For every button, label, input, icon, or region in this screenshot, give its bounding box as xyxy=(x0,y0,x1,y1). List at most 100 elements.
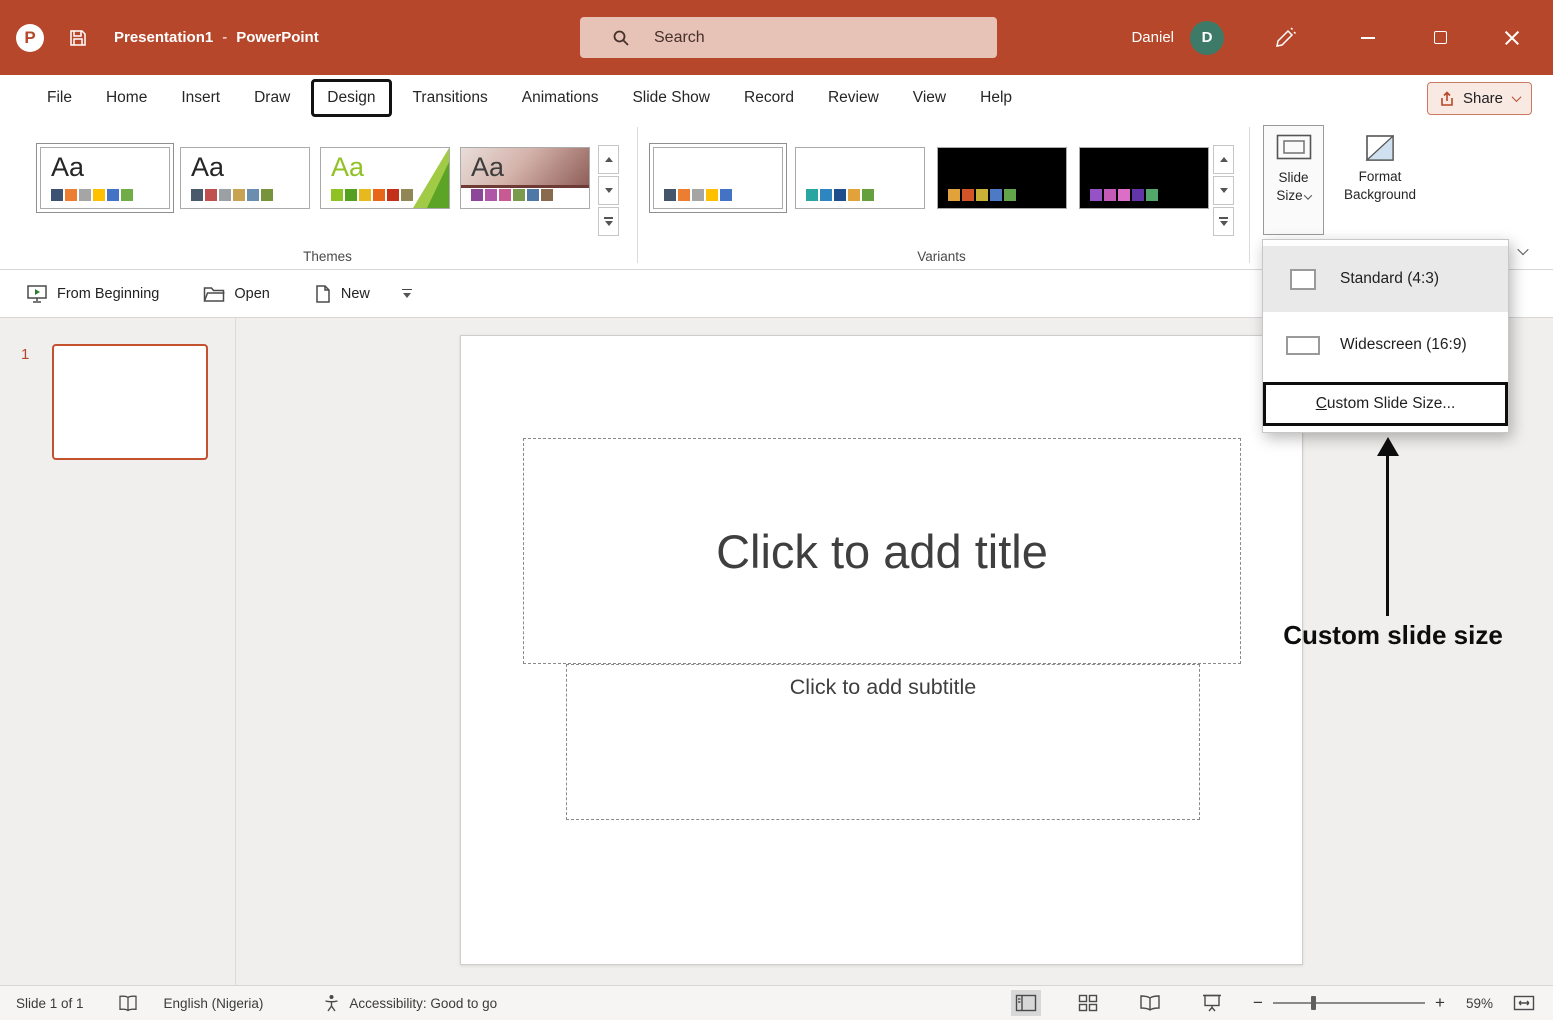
tab-insert[interactable]: Insert xyxy=(164,75,237,121)
collapse-ribbon-button[interactable] xyxy=(1519,242,1527,260)
language-status[interactable]: English (Nigeria) xyxy=(164,996,264,1011)
palette-swatch xyxy=(834,189,846,201)
variants-scroll-controls xyxy=(1213,145,1234,238)
slide-canvas[interactable]: Click to add title Click to add subtitle xyxy=(460,335,1303,965)
title-separator: - xyxy=(222,29,227,46)
title-placeholder-text: Click to add title xyxy=(716,524,1048,579)
tab-home[interactable]: Home xyxy=(89,75,164,121)
title-bar: P Presentation1 - PowerPoint Daniel D xyxy=(0,0,1553,75)
slide-size-button[interactable]: Slide Size xyxy=(1263,125,1324,235)
palette-swatch xyxy=(401,189,413,201)
standard-43-icon xyxy=(1290,269,1316,290)
search-input[interactable] xyxy=(654,29,934,47)
title-placeholder[interactable]: Click to add title xyxy=(523,438,1241,664)
group-separator xyxy=(637,127,638,263)
spell-check-button[interactable] xyxy=(118,995,138,1012)
tab-animations[interactable]: Animations xyxy=(505,75,616,121)
variant-2[interactable] xyxy=(795,147,925,209)
palette-swatch xyxy=(121,189,133,201)
user-avatar[interactable]: D xyxy=(1190,21,1224,55)
themes-group-label: Themes xyxy=(36,249,619,264)
theme-office[interactable]: Aa xyxy=(40,147,170,209)
slide-number: 1 xyxy=(21,346,29,363)
tab-help[interactable]: Help xyxy=(963,75,1029,121)
palette-swatch xyxy=(948,189,960,201)
menu-item-custom-slide-size[interactable]: Custom Slide Size... xyxy=(1263,382,1508,426)
tab-view[interactable]: View xyxy=(896,75,963,121)
slide-sorter-icon xyxy=(1078,994,1098,1012)
whats-new-button[interactable] xyxy=(1274,26,1297,49)
maximize-icon xyxy=(1434,31,1447,44)
annotation-caption: Custom slide size xyxy=(1263,620,1523,651)
variants-scroll-up-button[interactable] xyxy=(1213,145,1234,174)
tab-review[interactable]: Review xyxy=(811,75,896,121)
tab-record[interactable]: Record xyxy=(727,75,811,121)
slide-size-dropdown-menu: Standard (4:3) Widescreen (16:9) Custom … xyxy=(1262,239,1509,433)
close-button[interactable] xyxy=(1493,19,1531,57)
powerpoint-window: P Presentation1 - PowerPoint Daniel D Fi… xyxy=(0,0,1553,1020)
zoom-in-button[interactable]: + xyxy=(1431,993,1449,1013)
normal-view-button[interactable] xyxy=(1011,990,1041,1016)
customize-quick-access-button[interactable] xyxy=(402,289,412,299)
variants-scroll-down-button[interactable] xyxy=(1213,176,1234,205)
variant-3[interactable] xyxy=(937,147,1067,209)
variant-1[interactable] xyxy=(653,147,783,209)
variants-group-label: Variants xyxy=(649,249,1234,264)
palette-swatch xyxy=(331,189,343,201)
themes-scroll-down-button[interactable] xyxy=(598,176,619,205)
open-button[interactable]: Open xyxy=(203,285,269,303)
theme-gallery[interactable]: Aa xyxy=(460,147,590,209)
themes-scroll-up-button[interactable] xyxy=(598,145,619,174)
variants-more-button[interactable] xyxy=(1213,207,1234,236)
reading-view-button[interactable] xyxy=(1135,990,1165,1016)
zoom-out-button[interactable]: − xyxy=(1249,993,1267,1013)
from-beginning-button[interactable]: From Beginning xyxy=(26,284,159,304)
maximize-button[interactable] xyxy=(1421,19,1459,57)
themes-more-button[interactable] xyxy=(598,207,619,236)
minimize-button[interactable] xyxy=(1349,19,1387,57)
format-background-icon xyxy=(1365,133,1395,163)
palette-swatch xyxy=(65,189,77,201)
variant-palette xyxy=(664,189,732,201)
tab-design[interactable]: Design xyxy=(311,79,391,117)
slide-show-view-button[interactable] xyxy=(1197,990,1227,1016)
theme-facet[interactable]: Aa xyxy=(320,147,450,209)
accessibility-status[interactable]: Accessibility: Good to go xyxy=(349,996,497,1011)
widescreen-169-icon xyxy=(1286,336,1320,355)
slide-count-status: Slide 1 of 1 xyxy=(16,996,84,1011)
slide-sorter-view-button[interactable] xyxy=(1073,990,1103,1016)
search-bar[interactable] xyxy=(580,17,997,58)
theme-sample-text: Aa xyxy=(191,152,224,183)
palette-swatch xyxy=(720,189,732,201)
new-button[interactable]: New xyxy=(314,284,370,304)
palette-swatch xyxy=(962,189,974,201)
zoom-slider-thumb[interactable] xyxy=(1311,996,1316,1010)
theme-item-2[interactable]: Aa xyxy=(180,147,310,209)
menu-item-standard-43[interactable]: Standard (4:3) xyxy=(1263,246,1508,312)
tab-file[interactable]: File xyxy=(30,75,89,121)
zoom-level[interactable]: 59% xyxy=(1449,996,1493,1011)
menu-item-widescreen-169[interactable]: Widescreen (16:9) xyxy=(1263,312,1508,378)
themes-scroll-controls xyxy=(598,145,619,238)
palette-swatch xyxy=(820,189,832,201)
format-background-button[interactable]: Format Background xyxy=(1332,125,1428,235)
tab-slide-show[interactable]: Slide Show xyxy=(615,75,727,121)
tab-draw[interactable]: Draw xyxy=(237,75,307,121)
theme-sample-text: Aa xyxy=(471,152,504,183)
variant-palette xyxy=(806,189,874,201)
slide-1-thumbnail[interactable] xyxy=(52,344,208,460)
palette-swatch xyxy=(1090,189,1102,201)
fit-slide-to-window-button[interactable] xyxy=(1509,990,1539,1016)
tab-transitions[interactable]: Transitions xyxy=(396,75,505,121)
theme-palette xyxy=(51,189,133,201)
subtitle-placeholder[interactable]: Click to add subtitle xyxy=(566,664,1200,820)
status-bar: Slide 1 of 1 English (Nigeria) Accessibi… xyxy=(0,985,1553,1020)
palette-swatch xyxy=(107,189,119,201)
powerpoint-logo-icon[interactable]: P xyxy=(16,24,44,52)
zoom-slider[interactable] xyxy=(1273,995,1425,1011)
share-button[interactable]: Share xyxy=(1427,82,1532,115)
variant-4[interactable] xyxy=(1079,147,1209,209)
accessibility-checker-button[interactable] xyxy=(323,994,340,1012)
save-button[interactable] xyxy=(68,28,88,48)
user-name[interactable]: Daniel xyxy=(1131,29,1174,46)
